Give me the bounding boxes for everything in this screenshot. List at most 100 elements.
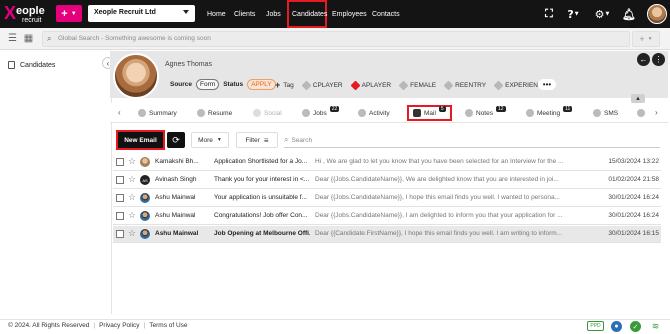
row-checkbox[interactable] (116, 212, 124, 220)
sms-icon (593, 109, 601, 117)
collapse-header-button[interactable]: ▲ (631, 94, 645, 103)
global-add-button[interactable]: + ▼ (632, 31, 660, 47)
star-icon[interactable]: ☆ (128, 192, 136, 203)
mail-snippet: Dear {{Jobs.CandidateName}}, I am deligh… (315, 212, 563, 219)
status-badge[interactable]: APPLY (247, 79, 276, 90)
add-tag-button[interactable]: + Tag (275, 80, 294, 90)
nav-candidates[interactable]: Candidates (287, 0, 327, 28)
plus-icon: + (275, 80, 281, 90)
refresh-icon[interactable]: ⟳ (167, 132, 185, 148)
tab-overflow[interactable] (637, 105, 645, 121)
tab-scroll-right-icon[interactable]: › (655, 108, 658, 117)
more-vertical-icon[interactable]: ⋮ (652, 53, 665, 66)
mail-subject: Congratulations! Job offer Con... (214, 212, 308, 219)
filter-icon: ≡ (263, 135, 269, 145)
mail-search-placeholder: Search (291, 136, 313, 144)
ppd-badge[interactable]: PPD (587, 321, 604, 331)
mail-row-selected[interactable]: ☆ Ashu Mainwal Job Opening at Melbourne … (113, 226, 661, 243)
candidate-photo (113, 53, 159, 99)
share-icon (253, 109, 261, 117)
tab-label: Notes (476, 109, 493, 117)
caret-down-icon (183, 10, 189, 14)
source-value[interactable]: Form (196, 79, 220, 90)
tag-item[interactable]: REENTRY (443, 80, 486, 90)
star-icon[interactable]: ☆ (128, 210, 136, 221)
mail-sender: Kamakshi Bh... (155, 158, 199, 165)
fullscreen-icon[interactable]: ⛶ (542, 7, 556, 21)
tab-label: Summary (149, 109, 177, 117)
check-icon[interactable]: ✓ (630, 321, 641, 332)
quick-add-button[interactable]: + ▼ (56, 5, 82, 22)
row-checkbox[interactable] (116, 230, 124, 238)
global-search-input[interactable]: ⌕ Global Search - Something awesome is co… (42, 31, 630, 47)
nav-clients[interactable]: Clients (234, 0, 255, 28)
tab-jobs[interactable]: Jobs 22 (302, 105, 340, 121)
more-dropdown[interactable]: More ▼ (191, 132, 229, 148)
tag-label: APLAYER (361, 81, 392, 89)
tab-scroll-left-icon[interactable]: ‹ (118, 108, 121, 117)
sidebar-item-candidates[interactable]: Candidates (8, 61, 55, 69)
tab-social[interactable]: Social (253, 105, 282, 121)
back-arrow-icon[interactable]: ← (637, 53, 650, 66)
tag-label: CPLAYER (312, 81, 343, 89)
bell-icon[interactable]: 🔔︎ (622, 7, 636, 21)
mail-sender: Ashu Mainwal (155, 194, 196, 201)
mail-snippet: Dear {{Candidate.FirstName}}, I hope thi… (315, 230, 563, 237)
company-select[interactable]: Xeople Recruit Ltd (88, 5, 195, 22)
tab-notes[interactable]: Notes 12 (465, 105, 506, 121)
user-avatar[interactable] (647, 4, 667, 24)
mail-subject: Thank you for your interest in <... (214, 176, 310, 183)
tab-activity[interactable]: Activity (358, 105, 390, 121)
nav-home[interactable]: Home (207, 0, 226, 28)
tab-count-badge: 5 (438, 106, 446, 112)
sidebar-item-label: Candidates (20, 61, 56, 69)
person-icon[interactable]: ● (611, 321, 622, 332)
row-checkbox[interactable] (116, 158, 124, 166)
tag-item[interactable]: APLAYER (350, 80, 392, 90)
tab-meeting[interactable]: Meeting 11 (526, 105, 573, 121)
more-tags-button[interactable]: ••• (538, 79, 556, 90)
mail-date: 15/03/2024 13:22 (608, 158, 659, 165)
tab-summary[interactable]: Summary (138, 105, 177, 121)
grid-view-icon[interactable]: ▦ (22, 32, 35, 45)
wifi-icon[interactable]: ≋ (650, 321, 661, 332)
mail-row[interactable]: ☆ AS Avinash Singh Thank you for your in… (113, 172, 661, 189)
tag-list: + Tag CPLAYER APLAYER FEMALE REENTRY EXPE… (275, 80, 548, 90)
list-view-icon[interactable]: ☰ (6, 32, 19, 45)
mail-row[interactable]: ☆ Ashu Mainwal Your application is unsui… (113, 190, 661, 207)
terms-of-use-link[interactable]: Terms of Use (149, 322, 187, 329)
company-select-value: Xeople Recruit Ltd (94, 9, 156, 16)
mail-subject: Application Shortlisted for a Jo... (214, 158, 308, 165)
new-email-button[interactable]: New Email (116, 130, 165, 150)
tab-resume[interactable]: Resume (197, 105, 232, 121)
help-icon[interactable]: ? ▼ (563, 7, 583, 21)
tag-item[interactable]: CPLAYER (301, 80, 343, 90)
xeople-logo[interactable]: X eople recruit (4, 3, 54, 25)
mail-row[interactable]: ☆ Kamakshi Bh... Application Shortlisted… (113, 154, 661, 171)
activity-icon (358, 109, 366, 117)
mail-search-input[interactable]: ⌕ Search (284, 135, 312, 145)
sidebar (0, 51, 112, 314)
tag-item[interactable]: FEMALE (398, 80, 436, 90)
tab-sms[interactable]: SMS (593, 105, 618, 121)
candidate-meta: Source Form Status APPLY (170, 79, 276, 90)
star-icon[interactable]: ☆ (128, 228, 136, 239)
mail-snippet: Hi , We are glad to let you know that yo… (315, 158, 564, 165)
gear-icon[interactable]: ⚙ ▼ (592, 7, 612, 21)
nav-employees[interactable]: Employees (332, 0, 367, 28)
filter-button[interactable]: Filter ≡ (236, 132, 278, 148)
mail-row[interactable]: ☆ Ashu Mainwal Congratulations! Job offe… (113, 208, 661, 225)
row-checkbox[interactable] (116, 176, 124, 184)
overflow-tab-icon (637, 109, 645, 117)
plus-icon: + (639, 34, 645, 44)
nav-contacts[interactable]: Contacts (372, 0, 400, 28)
row-checkbox[interactable] (116, 194, 124, 202)
star-icon[interactable]: ☆ (128, 156, 136, 167)
star-icon[interactable]: ☆ (128, 174, 136, 185)
tab-mail[interactable]: Mail 5 (407, 105, 452, 121)
privacy-policy-link[interactable]: Privacy Policy (99, 322, 139, 329)
notes-icon (465, 109, 473, 117)
tag-icon (301, 80, 312, 90)
nav-jobs[interactable]: Jobs (266, 0, 281, 28)
tab-count-badge: 22 (329, 106, 340, 112)
